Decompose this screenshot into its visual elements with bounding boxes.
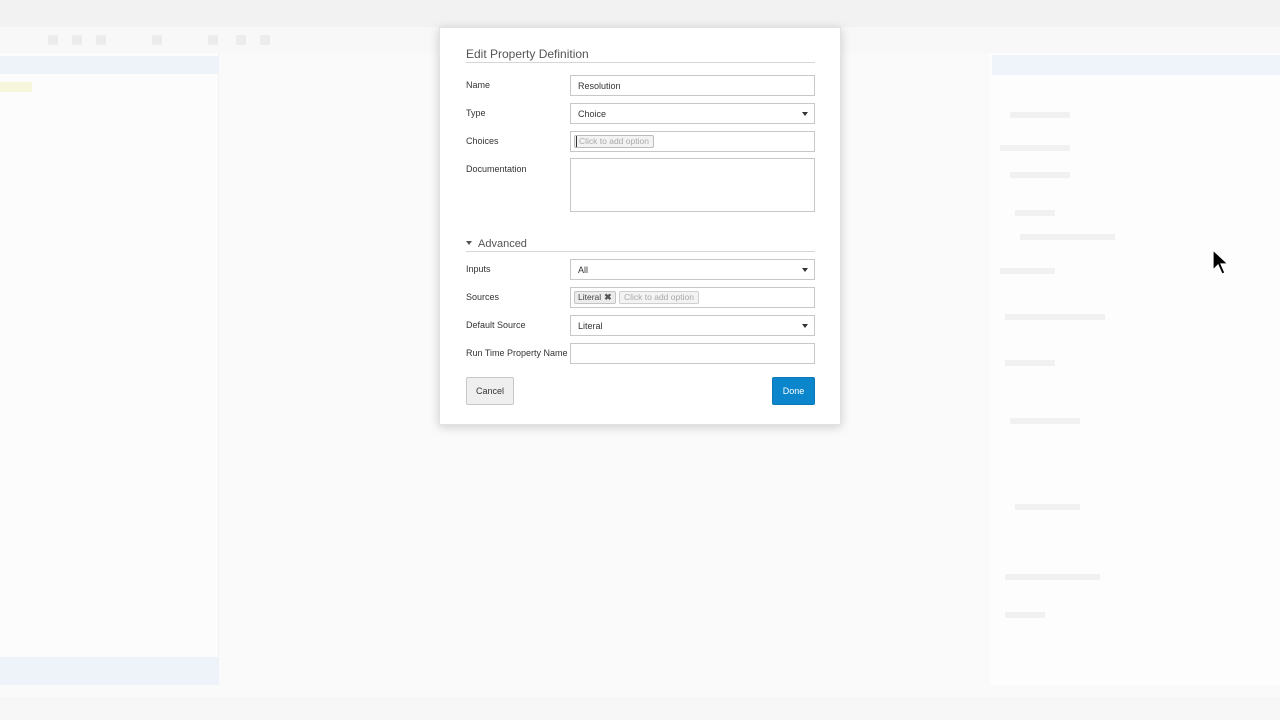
- sources-add-option[interactable]: Click to add option: [619, 291, 699, 304]
- name-value: Resolution: [578, 81, 621, 91]
- documentation-label: Documentation: [466, 164, 527, 174]
- type-label: Type: [466, 108, 486, 118]
- type-value: Choice: [578, 109, 607, 119]
- name-input[interactable]: Resolution: [570, 75, 815, 96]
- background-text-line: [1010, 112, 1070, 118]
- background-right-tabs: [992, 55, 1280, 75]
- background-left-panel: [0, 53, 219, 685]
- background-left-header: [0, 56, 219, 74]
- inputs-value: All: [578, 265, 589, 275]
- dialog-title: Edit Property Definition: [466, 47, 815, 63]
- background-text-line: [1015, 210, 1055, 216]
- default-source-select[interactable]: Literal: [570, 315, 815, 336]
- type-select[interactable]: Choice: [570, 103, 815, 124]
- toolbar-icon: [72, 35, 82, 45]
- inputs-select[interactable]: All: [570, 259, 815, 280]
- background-text-line: [1005, 360, 1055, 366]
- advanced-label: Advanced: [478, 238, 527, 250]
- choices-input[interactable]: Click to add option: [570, 131, 815, 152]
- source-token-label: Literal: [578, 292, 602, 302]
- background-text-line: [1010, 418, 1080, 424]
- background-text-line: [1000, 268, 1055, 274]
- done-button[interactable]: Done: [772, 377, 815, 405]
- background-text-line: [1005, 314, 1105, 320]
- chevron-down-icon: [802, 268, 808, 272]
- mouse-pointer-icon: [1212, 249, 1230, 275]
- toolbar-icon: [208, 35, 218, 45]
- chevron-down-icon: [802, 112, 808, 116]
- choices-label: Choices: [466, 136, 499, 146]
- background-text-line: [1015, 504, 1080, 510]
- edit-property-dialog: Edit Property Definition Name Resolution…: [439, 27, 841, 425]
- default-source-label: Default Source: [466, 320, 526, 330]
- toolbar-icon: [236, 35, 246, 45]
- choices-add-option[interactable]: Click to add option: [574, 135, 654, 148]
- toolbar-icon: [152, 35, 162, 45]
- advanced-section-header[interactable]: Advanced: [466, 238, 815, 252]
- run-time-property-name-input[interactable]: [570, 343, 815, 364]
- background-text-line: [1010, 172, 1070, 178]
- sources-input[interactable]: Literal ✖ Click to add option: [570, 287, 815, 308]
- default-source-value: Literal: [578, 321, 603, 331]
- background-titlebar: [0, 0, 1280, 27]
- inputs-label: Inputs: [466, 264, 491, 274]
- cancel-button[interactable]: Cancel: [466, 377, 514, 405]
- caret-down-icon: [466, 241, 472, 246]
- background-statusbar: [0, 697, 1280, 720]
- background-text-line: [1005, 612, 1045, 618]
- sources-label: Sources: [466, 292, 500, 302]
- name-label: Name: [466, 80, 491, 90]
- background-text-line: [1000, 145, 1070, 151]
- background-text-line: [1020, 234, 1115, 240]
- close-icon[interactable]: ✖: [604, 292, 612, 303]
- documentation-textarea[interactable]: [570, 158, 815, 212]
- background-text-line: [1005, 574, 1100, 580]
- toolbar-icon: [260, 35, 270, 45]
- toolbar-icon: [48, 35, 58, 45]
- background-left-row: [0, 82, 32, 92]
- background-left-footer: [0, 657, 219, 685]
- chevron-down-icon: [802, 324, 808, 328]
- run-time-property-name-label: Run Time Property Name: [466, 348, 568, 358]
- source-token: Literal ✖: [574, 291, 616, 304]
- text-caret: [576, 136, 577, 147]
- toolbar-icon: [96, 35, 106, 45]
